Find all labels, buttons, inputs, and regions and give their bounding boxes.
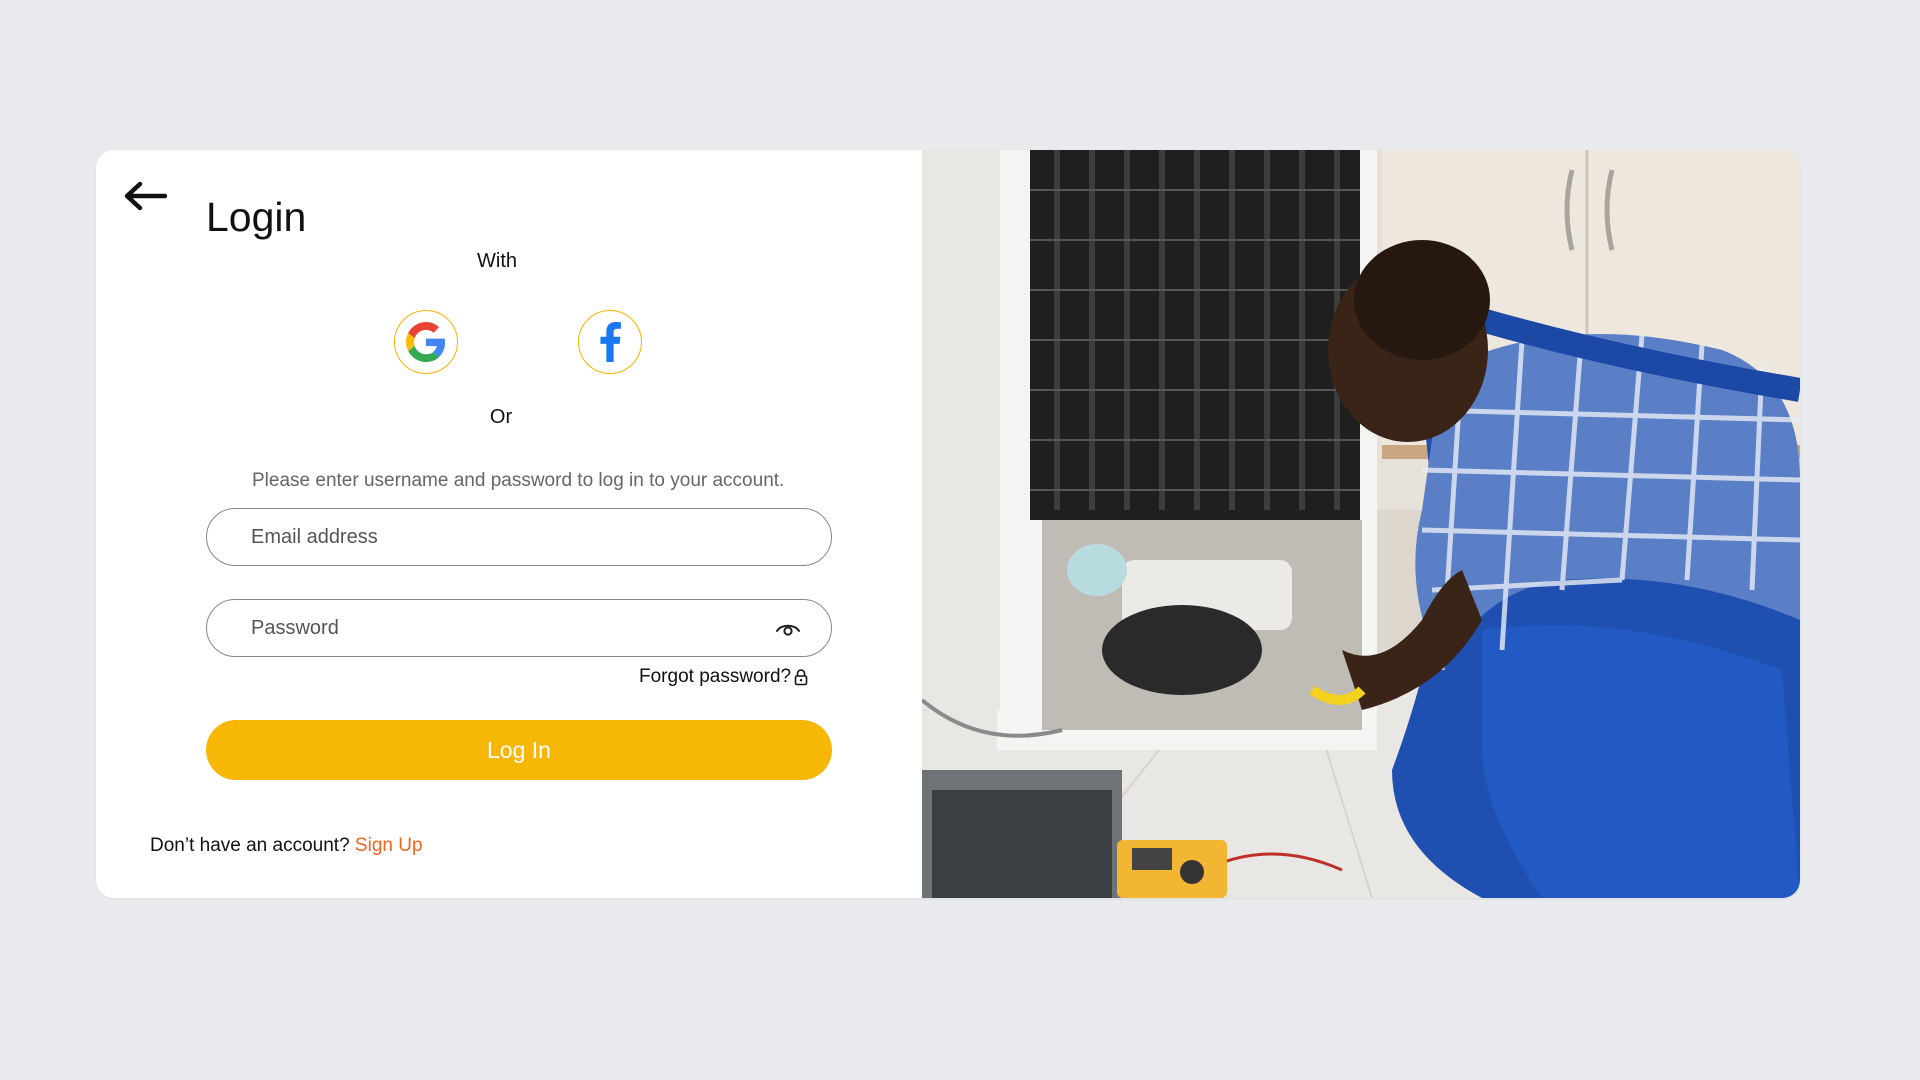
google-login-button[interactable] [394, 310, 458, 374]
login-button[interactable]: Log In [206, 720, 832, 780]
email-field [206, 508, 832, 566]
login-panel: Login With Or Please enter username and … [96, 150, 922, 898]
signup-row: Don’t have an account? Sign Up [150, 835, 423, 857]
page-title: Login [206, 194, 307, 240]
password-input[interactable] [251, 600, 751, 656]
password-field [206, 599, 832, 657]
login-card: Login With Or Please enter username and … [96, 150, 1800, 898]
with-label: With [477, 250, 517, 272]
lock-icon [794, 669, 808, 686]
forgot-password-link[interactable]: Forgot password? [639, 666, 808, 688]
arrow-left-icon [124, 181, 167, 211]
eye-icon [776, 624, 800, 636]
back-button[interactable] [122, 178, 168, 214]
technician-repairing-fridge-illustration [922, 150, 1800, 898]
toggle-password-visibility-button[interactable] [773, 616, 803, 642]
hero-photo [922, 150, 1800, 898]
facebook-icon [600, 322, 621, 362]
signup-prompt: Don’t have an account? [150, 835, 350, 856]
google-icon [406, 322, 446, 362]
email-input[interactable] [251, 509, 751, 565]
or-divider-label: Or [489, 406, 513, 428]
signup-link[interactable]: Sign Up [355, 835, 423, 856]
login-instructions: Please enter username and password to lo… [252, 470, 785, 491]
facebook-login-button[interactable] [578, 310, 642, 374]
forgot-password-label: Forgot password? [639, 666, 792, 687]
